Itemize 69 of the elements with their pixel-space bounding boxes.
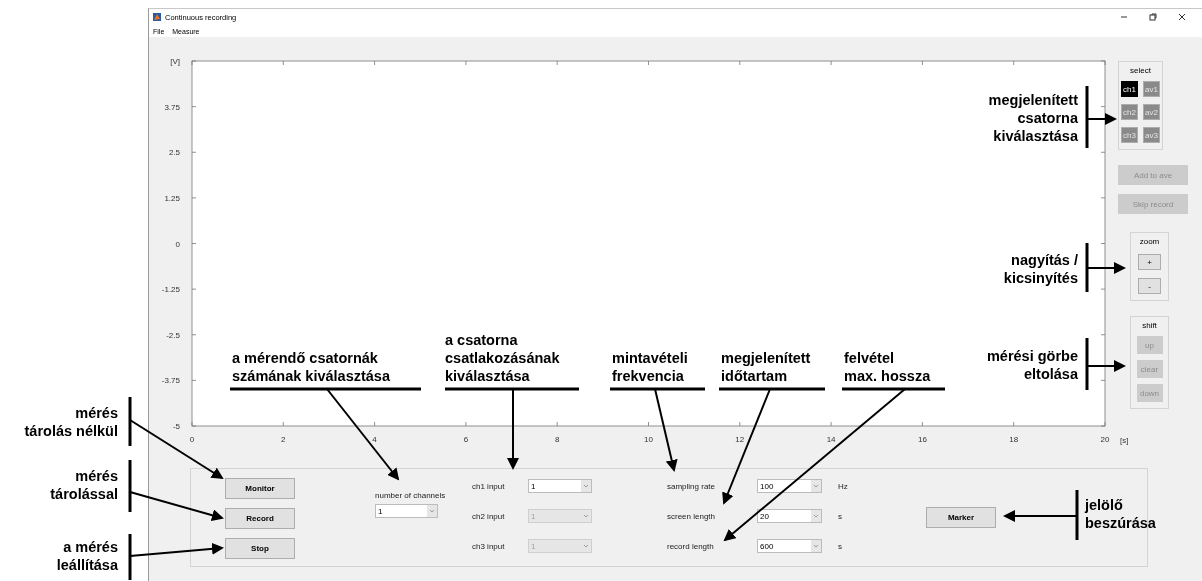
callout-text: nagyítás / kicsinyítés [1003,251,1078,287]
field-label: number of channels [375,491,447,500]
callout-text: megjelenített csatorna kiválasztása [988,91,1078,145]
tick-label: 4 [372,435,377,444]
tick-label: -2.5 [166,330,180,340]
dropdown[interactable]: 600 [757,539,822,553]
tick-label: 0 [189,435,195,444]
marker-button[interactable]: Marker [926,507,996,528]
callout-text: a mérendő csatornák számának kiválasztása [232,349,390,385]
dropdown[interactable]: 20 [757,509,822,523]
caret-icon[interactable] [427,505,437,517]
caret-icon[interactable] [811,540,821,552]
callout-text: megjelenített időtartam [721,349,811,385]
leader-line [1085,243,1126,292]
group-title: zoom [1139,237,1160,246]
tick-label: 6 [463,435,469,444]
tick-label: 3.75 [164,102,180,112]
callout-text: mérési görbe eltolása [986,347,1078,383]
channel-button[interactable]: ch1 [1121,81,1138,97]
tick-label: 10 [644,435,653,444]
axis-label: [s] [1120,436,1129,445]
run-button[interactable]: Monitor [225,478,295,499]
group-title: shift [1142,321,1157,330]
caret-icon[interactable] [811,510,821,522]
tick-label: 14 [826,435,836,444]
dropdown[interactable]: 1 [375,504,438,518]
callout-text: mérés tárolással [50,467,118,503]
tick-label: 2 [281,435,286,444]
restore-icon[interactable] [1148,12,1158,22]
field-label: screen length [667,511,717,521]
callout-text: a mérés leállítása [56,538,118,574]
tick-label: 2.5 [168,148,180,158]
tick-label: 20 [1100,435,1110,444]
tick-label: [V] [170,57,180,66]
tick-label: 16 [917,435,927,444]
field-label: ch2 input [472,511,506,521]
callout-text: mintavételi frekvencia [612,349,688,385]
tick-label: 12 [735,435,745,444]
group-title: select [1130,66,1151,75]
tick-label: -1.25 [161,285,180,295]
tick-label: 1.25 [164,193,180,203]
run-button[interactable]: Record [225,508,295,529]
dropdown[interactable]: 1 [528,479,592,493]
tick-label: 18 [1009,435,1019,444]
tick-label: -3.75 [161,376,180,386]
run-button[interactable]: Stop [225,538,295,559]
close-icon[interactable] [1177,12,1187,22]
leader-line [1085,338,1126,390]
leader-line [1085,86,1117,148]
tick-label: 0 [175,239,180,249]
field-label: ch3 input [472,541,506,551]
dropdown[interactable]: 100 [757,479,822,493]
callout-text: mérés tárolás nélkül [24,404,118,440]
callout-text: a csatorna csatlakozásának kiválasztása [445,331,560,385]
zoom-button[interactable]: + [1138,254,1161,270]
unit-label: Hz [837,481,849,491]
unit-label: s [837,511,843,521]
field-label: record length [667,541,715,551]
caret-icon[interactable] [811,480,821,492]
tick-label: 8 [554,435,560,444]
zoom-button[interactable]: - [1138,278,1161,294]
callout-text: jelölő beszúrása [1085,496,1156,532]
app-icon [153,13,161,21]
field-label: ch1 input [472,481,506,491]
caret-icon[interactable] [581,480,591,492]
callout-text: felvétel max. hossza [844,349,931,385]
tick-label: -5 [172,422,180,431]
unit-label: s [837,541,843,551]
field-label: sampling rate [667,481,717,491]
